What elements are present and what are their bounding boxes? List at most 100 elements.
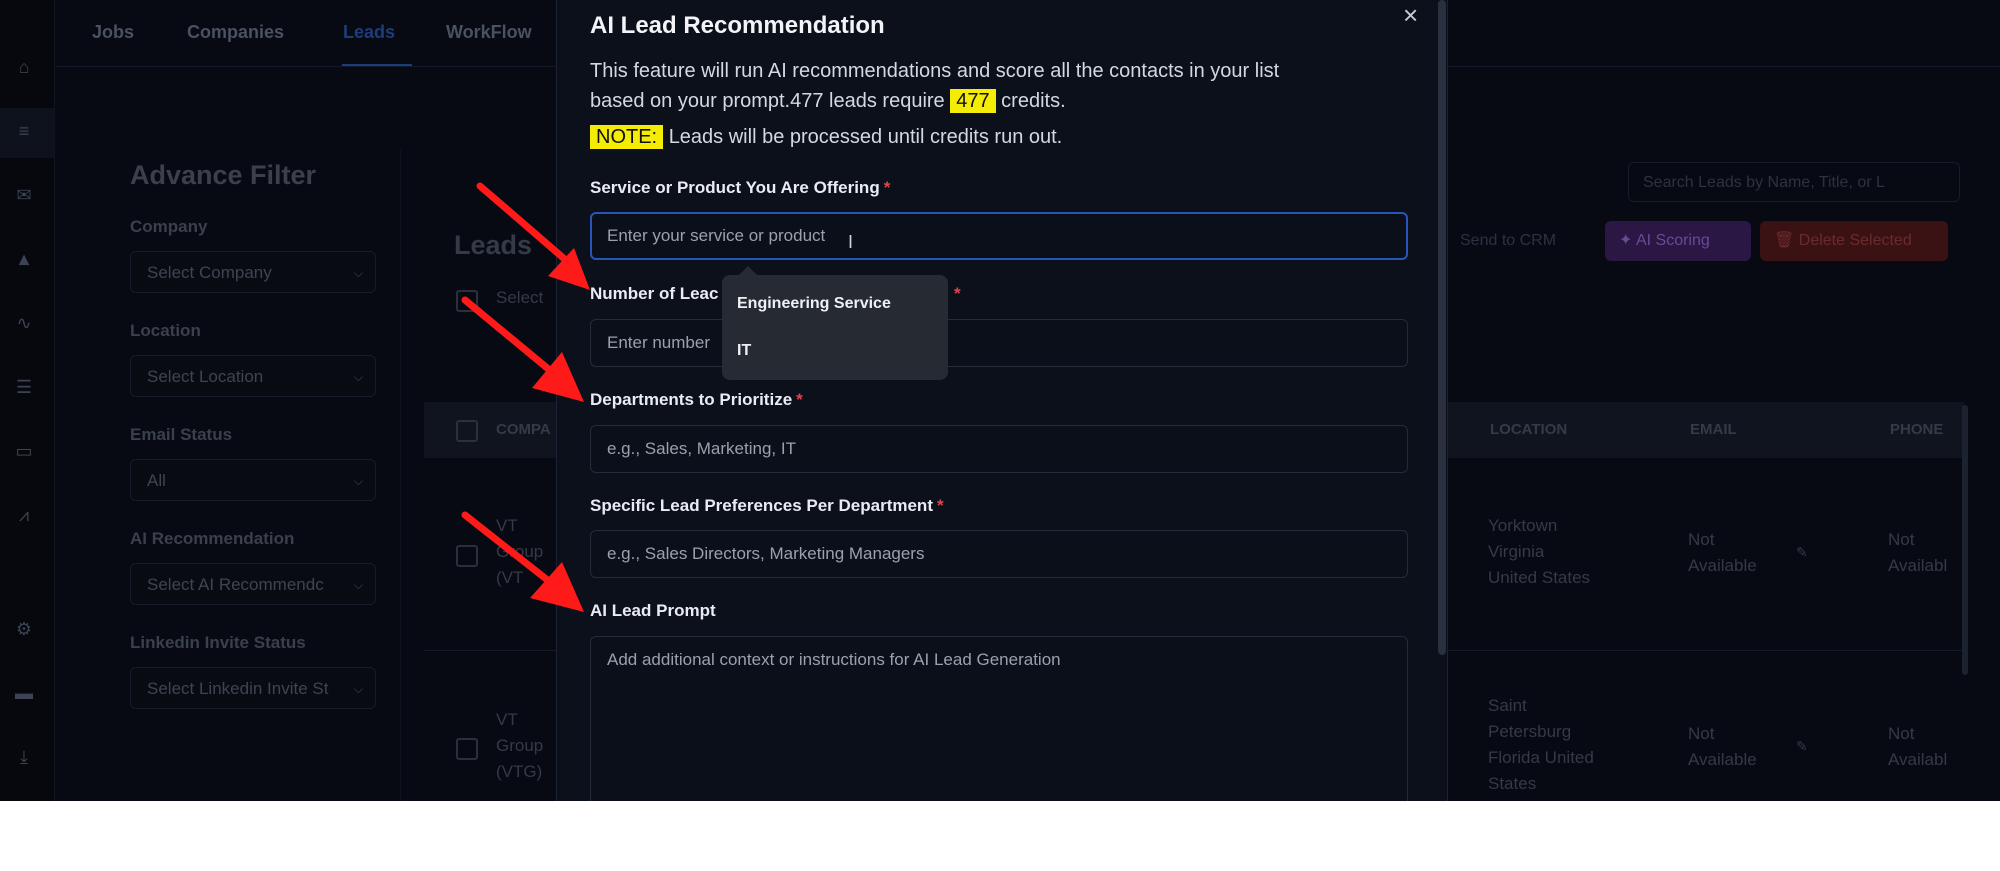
tab-workflow[interactable]: WorkFlow [446, 22, 532, 43]
mail-icon[interactable]: ✉ [13, 184, 35, 206]
inbox-icon[interactable]: ▭ [13, 440, 35, 462]
suggestion-it[interactable]: IT [737, 342, 751, 360]
filter-label-ai-recommendation: AI Recommendation [130, 529, 295, 548]
row2-phone-line1: Not [1888, 724, 1915, 743]
column-location: LOCATION [1490, 421, 1568, 438]
location-select-value: Select Location [147, 367, 264, 386]
departments-input-placeholder: e.g., Sales, Marketing, IT [607, 439, 796, 458]
column-email: EMAIL [1690, 421, 1737, 438]
app-window: ⌂ ≡ ✉ ▲ ∿ ☰ ▭ ⩘ ⚙ ▬ ⤓ Jobs Companies Lea… [0, 0, 2000, 801]
company-select[interactable]: Select Company ⌵ [130, 251, 376, 293]
download-icon[interactable]: ⤓ [13, 746, 35, 768]
send-to-crm-label: Send to CRM [1460, 232, 1557, 249]
active-tab-underline [342, 64, 412, 66]
chevron-down-icon: ⌵ [353, 682, 363, 696]
row1-email-line2: Available [1688, 556, 1757, 575]
trash-icon: 🗑 [1774, 232, 1799, 249]
linkedin-invite-select[interactable]: Select Linkedin Invite St ⌵ [130, 667, 376, 709]
departments-label: Departments to Prioritize * [590, 390, 803, 410]
suggestion-engineering-service[interactable]: Engineering Service [737, 295, 891, 313]
number-of-leads-input[interactable]: Enter number [590, 319, 1408, 367]
prompt-placeholder: Add additional context or instructions f… [607, 650, 1061, 669]
email-status-select[interactable]: All ⌵ [130, 459, 376, 501]
close-icon[interactable]: × [1403, 0, 1418, 31]
ai-scoring-button[interactable]: ✦ AI Scoring [1605, 221, 1751, 261]
ai-recommendation-select-value: Select AI Recommendc [147, 575, 324, 594]
credits-badge: 477 [950, 89, 996, 113]
filter-label-linkedin-invite: Linkedin Invite Status [130, 633, 306, 652]
row1-company-line2: Group [496, 542, 544, 561]
service-label: Service or Product You Are Offering * [590, 178, 890, 198]
column-company: COMPA [496, 421, 551, 438]
modal-scrollbar[interactable] [1438, 0, 1446, 655]
row2-company-line3: (VTG) [496, 762, 543, 781]
preferences-label: Specific Lead Preferences Per Department… [590, 496, 944, 516]
company-select-value: Select Company [147, 263, 272, 282]
required-mark: * [883, 178, 891, 197]
row2-company-line1: VT [496, 710, 518, 729]
service-input-placeholder: Enter your service or product [607, 226, 826, 245]
row-checkbox[interactable] [456, 738, 478, 760]
search-leads-placeholder: Search Leads by Name, Title, or L [1643, 174, 1885, 191]
flask-icon[interactable]: ▲ [13, 248, 35, 270]
row1-location-line1: Yorktown [1488, 516, 1558, 535]
row1-phone-line2: Availabl [1888, 556, 1948, 575]
select-all-checkbox[interactable] [456, 290, 478, 312]
leads-title: Leads [454, 230, 533, 260]
preferences-input-placeholder: e.g., Sales Directors, Marketing Manager… [607, 544, 925, 563]
header-checkbox[interactable] [456, 420, 478, 442]
row2-location-line4: States [1488, 774, 1537, 793]
ai-recommendation-select[interactable]: Select AI Recommendc ⌵ [130, 563, 376, 605]
modal-description: This feature will run AI recommendations… [590, 56, 1390, 116]
ai-lead-prompt-label: AI Lead Prompt [590, 601, 716, 620]
sparkle-icon: ✦ [1619, 232, 1636, 249]
row1-location-line2: Virginia [1488, 542, 1545, 561]
table-scrollbar[interactable] [1962, 405, 1968, 675]
filter-label-email-status: Email Status [130, 425, 233, 444]
tab-leads[interactable]: Leads [343, 22, 395, 43]
gear-icon[interactable]: ⚙ [13, 618, 35, 640]
number-label: Number of Leac * [590, 284, 961, 304]
home-icon[interactable]: ⌂ [13, 56, 35, 78]
row1-email-line1: Not [1688, 530, 1715, 549]
required-mark: * [936, 496, 944, 515]
send-to-crm-button[interactable]: Send to CRM [1446, 221, 1598, 261]
row2-location-line1: Saint [1488, 696, 1527, 715]
linkedin-invite-select-value: Select Linkedin Invite St [147, 679, 329, 698]
workflow-icon[interactable]: ∿ [13, 312, 35, 334]
text-cursor-icon: I [848, 232, 854, 252]
row-checkbox[interactable] [456, 545, 478, 567]
number-label-text: Number of Leac [590, 284, 719, 303]
email-status-select-value: All [147, 471, 166, 490]
delete-selected-button[interactable]: 🗑 Delete Selected [1760, 221, 1948, 261]
modal-title: AI Lead Recommendation [590, 12, 885, 39]
ai-lead-prompt-textarea[interactable]: Add additional context or instructions f… [590, 636, 1408, 801]
search-leads-input[interactable]: Search Leads by Name, Title, or L [1628, 162, 1960, 202]
filter-title: Advance Filter [130, 160, 317, 190]
required-mark: * [796, 390, 803, 409]
departments-input[interactable]: e.g., Sales, Marketing, IT [590, 425, 1408, 473]
tab-companies[interactable]: Companies [187, 22, 284, 43]
preferences-input[interactable]: e.g., Sales Directors, Marketing Manager… [590, 530, 1408, 578]
edit-icon[interactable]: ✎ [1796, 738, 1808, 755]
list-icon[interactable]: ≡ [13, 120, 35, 142]
row1-phone-line1: Not [1888, 530, 1915, 549]
chart-icon[interactable]: ⩘ [13, 504, 35, 526]
card-icon[interactable]: ▬ [13, 682, 35, 704]
row1-company-line1: VT [496, 516, 518, 535]
edit-icon[interactable]: ✎ [1796, 544, 1808, 561]
desc-line2-suffix: credits. [1001, 90, 1066, 112]
advance-filter-panel: Advance Filter Company Select Company ⌵ L… [130, 160, 400, 737]
filter-label-company: Company [130, 217, 208, 236]
row2-phone-line2: Availabl [1888, 750, 1948, 769]
table-icon[interactable]: ☰ [13, 376, 35, 398]
location-select[interactable]: Select Location ⌵ [130, 355, 376, 397]
note-tag: NOTE: [590, 125, 664, 149]
tab-jobs[interactable]: Jobs [92, 22, 134, 43]
service-input[interactable]: Enter your service or product [590, 212, 1408, 260]
row2-email-line1: Not [1688, 724, 1715, 743]
delete-selected-label: Delete Selected [1798, 232, 1912, 249]
ai-scoring-label: AI Scoring [1635, 232, 1710, 249]
autocomplete-dropdown: Engineering Service IT [722, 275, 948, 380]
row1-location-line3: United States [1488, 568, 1591, 587]
